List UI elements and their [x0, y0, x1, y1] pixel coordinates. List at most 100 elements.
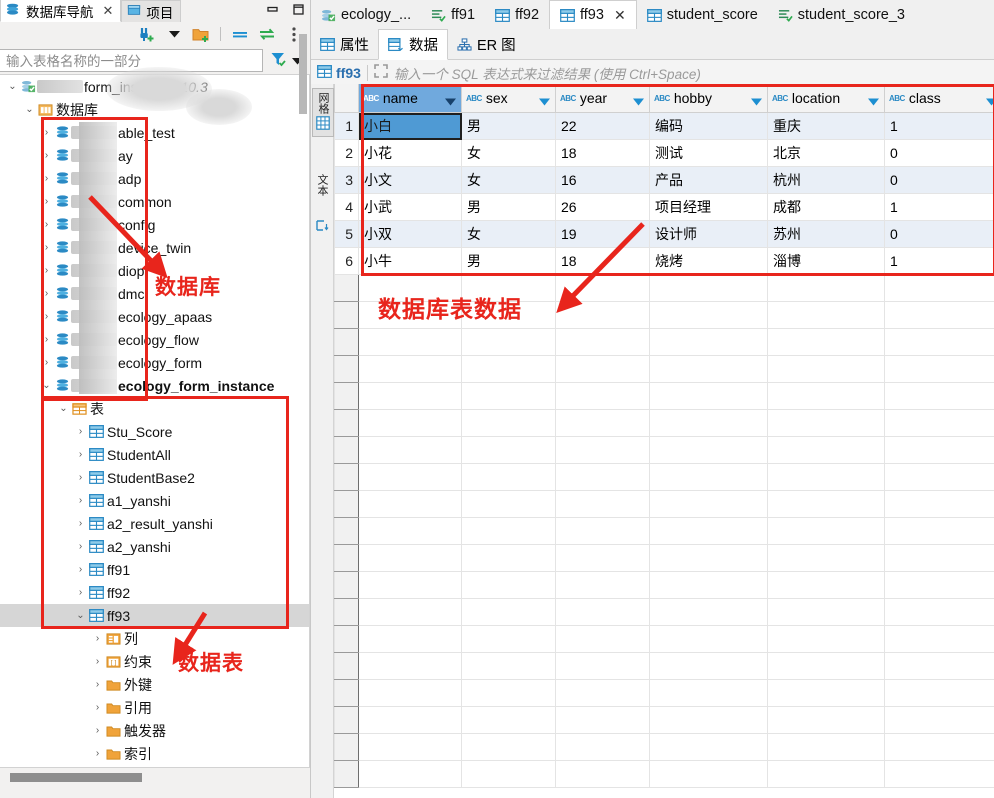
cell-sex[interactable]: 男: [461, 112, 556, 140]
tree-item-dmc[interactable]: › dmc: [0, 282, 309, 305]
chevron-right-icon[interactable]: ›: [74, 587, 87, 598]
chevron-right-icon[interactable]: ›: [74, 426, 87, 437]
tab-project[interactable]: 项目: [121, 0, 182, 22]
chevron-right-icon[interactable]: ›: [40, 288, 53, 299]
column-filter-dropdown-icon[interactable]: [751, 93, 762, 109]
cell-year[interactable]: 26: [555, 193, 650, 221]
new-connection-icon[interactable]: [137, 24, 157, 44]
column-filter-dropdown-icon[interactable]: [633, 93, 644, 109]
grid-view-button[interactable]: 网格: [312, 88, 334, 137]
tree-item--[interactable]: › 外键: [0, 673, 309, 696]
cell-class[interactable]: 0: [884, 166, 994, 194]
editor-tab-ecology_[interactable]: ecology_...: [311, 1, 421, 29]
editor-tab-ff92[interactable]: ff92: [485, 1, 549, 29]
grid-scroll-area[interactable]: ABC name ABC sex ABC year ABC hobby ABC location A…: [334, 84, 994, 798]
tree-item-ecology_apaas[interactable]: › ecology_apaas: [0, 305, 309, 328]
tree-item-device_twin[interactable]: › device_twin: [0, 236, 309, 259]
chevron-right-icon[interactable]: ›: [40, 173, 53, 184]
tree-horizontal-scrollbar[interactable]: [0, 768, 310, 790]
chevron-down-icon[interactable]: ⌄: [23, 104, 36, 115]
maximize-button[interactable]: [290, 2, 306, 16]
tree-item-form_instance[interactable]: ⌄ form_instance - 10.3: [0, 75, 309, 98]
row-number[interactable]: 1: [334, 112, 359, 140]
cell-class[interactable]: 1: [884, 112, 994, 140]
tree-item-ecology_form[interactable]: › ecology_form: [0, 351, 309, 374]
tree-item-a2_result_yanshi[interactable]: › a2_result_yanshi: [0, 512, 309, 535]
cell-class[interactable]: 0: [884, 139, 994, 167]
cell-location[interactable]: 淄博: [767, 247, 885, 275]
chevron-down-icon[interactable]: ⌄: [57, 403, 70, 414]
subtab-properties[interactable]: 属性: [311, 30, 378, 59]
cell-hobby[interactable]: 产品: [649, 166, 768, 194]
cell-name[interactable]: 小白: [358, 112, 462, 140]
column-header-name[interactable]: ABC name: [358, 84, 462, 113]
chevron-right-icon[interactable]: ›: [40, 196, 53, 207]
grid-row[interactable]: 2 小花女 18 测试 北京 0: [334, 139, 994, 167]
tree-item-studentbase2[interactable]: › StudentBase2: [0, 466, 309, 489]
cell-hobby[interactable]: 测试: [649, 139, 768, 167]
tree-item--[interactable]: ⌄ 数据库: [0, 98, 309, 121]
tree-item--[interactable]: › 索引: [0, 742, 309, 765]
tree-item-diop[interactable]: › diop: [0, 259, 309, 282]
scrollbar-thumb[interactable]: [10, 773, 142, 782]
row-number[interactable]: 4: [334, 193, 359, 221]
chevron-down-icon[interactable]: ⌄: [74, 610, 87, 621]
cell-year[interactable]: 16: [555, 166, 650, 194]
tree-item-config[interactable]: › config: [0, 213, 309, 236]
chevron-right-icon[interactable]: ›: [74, 541, 87, 552]
column-filter-dropdown-icon[interactable]: [868, 93, 879, 109]
cell-hobby[interactable]: 设计师: [649, 220, 768, 248]
cell-name[interactable]: 小文: [358, 166, 462, 194]
tree-item-ecology_form_instance[interactable]: ⌄ ecology_form_instance: [0, 374, 309, 397]
chevron-right-icon[interactable]: ›: [74, 564, 87, 575]
chevron-right-icon[interactable]: ›: [74, 449, 87, 460]
chevron-right-icon[interactable]: ›: [91, 633, 104, 644]
tree-vertical-scrollbar-thumb[interactable]: [299, 34, 307, 114]
tree-item-stu_score[interactable]: › Stu_Score: [0, 420, 309, 443]
tree-item-a1_yanshi[interactable]: › a1_yanshi: [0, 489, 309, 512]
cell-location[interactable]: 成都: [767, 193, 885, 221]
column-header-location[interactable]: ABC location: [767, 84, 885, 113]
row-number[interactable]: 3: [334, 166, 359, 194]
cell-name[interactable]: 小双: [358, 220, 462, 248]
column-filter-dropdown-icon[interactable]: [539, 93, 550, 109]
cell-sex[interactable]: 女: [461, 139, 556, 167]
editor-tab-student_score_3[interactable]: student_score_3: [768, 1, 915, 29]
editor-tab-ff93[interactable]: ff93 ✕: [549, 0, 637, 29]
cell-name[interactable]: 小武: [358, 193, 462, 221]
minimize-button[interactable]: [264, 2, 280, 16]
chevron-right-icon[interactable]: ›: [91, 702, 104, 713]
chevron-right-icon[interactable]: ›: [91, 748, 104, 759]
chevron-right-icon[interactable]: ›: [91, 725, 104, 736]
close-icon[interactable]: ✕: [103, 3, 114, 19]
tree-item-ay[interactable]: › ay: [0, 144, 309, 167]
grid-row[interactable]: 5 小双女 19 设计师 苏州 0: [334, 220, 994, 248]
chevron-right-icon[interactable]: ›: [40, 311, 53, 322]
database-tree[interactable]: ⌄ form_instance - 10.3 ⌄ 数据库 › able_test › ay › a…: [0, 74, 310, 768]
tree-item-adp[interactable]: › adp: [0, 167, 309, 190]
row-number[interactable]: 6: [334, 247, 359, 275]
cell-location[interactable]: 北京: [767, 139, 885, 167]
new-folder-icon[interactable]: [191, 24, 211, 44]
cell-hobby[interactable]: 烧烤: [649, 247, 768, 275]
chevron-down-icon[interactable]: [164, 24, 184, 44]
chevron-right-icon[interactable]: ›: [40, 127, 53, 138]
grid-row[interactable]: 6 小牛男 18 烧烤 淄博 1: [334, 247, 994, 275]
tree-item-ecology_flow[interactable]: › ecology_flow: [0, 328, 309, 351]
calc-icon[interactable]: [312, 219, 332, 232]
editor-tab-student_score[interactable]: student_score: [637, 1, 768, 29]
tree-item-able_test[interactable]: › able_test: [0, 121, 309, 144]
tree-item-a2_yanshi[interactable]: › a2_yanshi: [0, 535, 309, 558]
chevron-right-icon[interactable]: ›: [91, 656, 104, 667]
text-view-button[interactable]: 文本: [312, 174, 332, 196]
chevron-right-icon[interactable]: ›: [40, 150, 53, 161]
grid-corner-cell[interactable]: [334, 84, 359, 113]
cell-class[interactable]: 1: [884, 193, 994, 221]
cell-hobby[interactable]: 项目经理: [649, 193, 768, 221]
tree-item--[interactable]: ⌄ 表: [0, 397, 309, 420]
cell-location[interactable]: 苏州: [767, 220, 885, 248]
chevron-right-icon[interactable]: ›: [91, 679, 104, 690]
column-header-sex[interactable]: ABC sex: [461, 84, 556, 113]
subtab-er-diagram[interactable]: ER 图: [448, 30, 525, 59]
cell-sex[interactable]: 女: [461, 220, 556, 248]
